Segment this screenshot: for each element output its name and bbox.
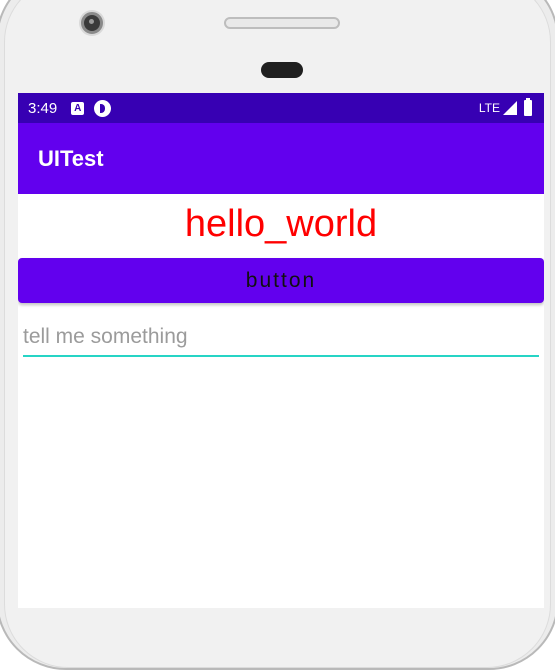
notification-a-icon: A [71,101,85,115]
speaker-icon [224,17,340,29]
hello-text: hello_world [184,203,378,245]
text-input[interactable] [23,323,539,357]
status-bar: 3:49 A LTE [18,93,544,123]
app-screen: 3:49 A LTE UITest hello_world button [18,93,544,608]
battery-icon [524,98,532,116]
notification-circle-icon [94,99,112,117]
camera-icon [81,12,103,34]
sensor-icon [261,62,303,78]
signal-icon [503,101,517,115]
main-button[interactable]: button [18,258,544,303]
app-title: UITest [38,145,104,171]
input-container [23,323,539,357]
status-time: 3:49 [28,99,58,117]
app-bar: UITest [18,123,544,194]
network-type: LTE [478,101,500,115]
